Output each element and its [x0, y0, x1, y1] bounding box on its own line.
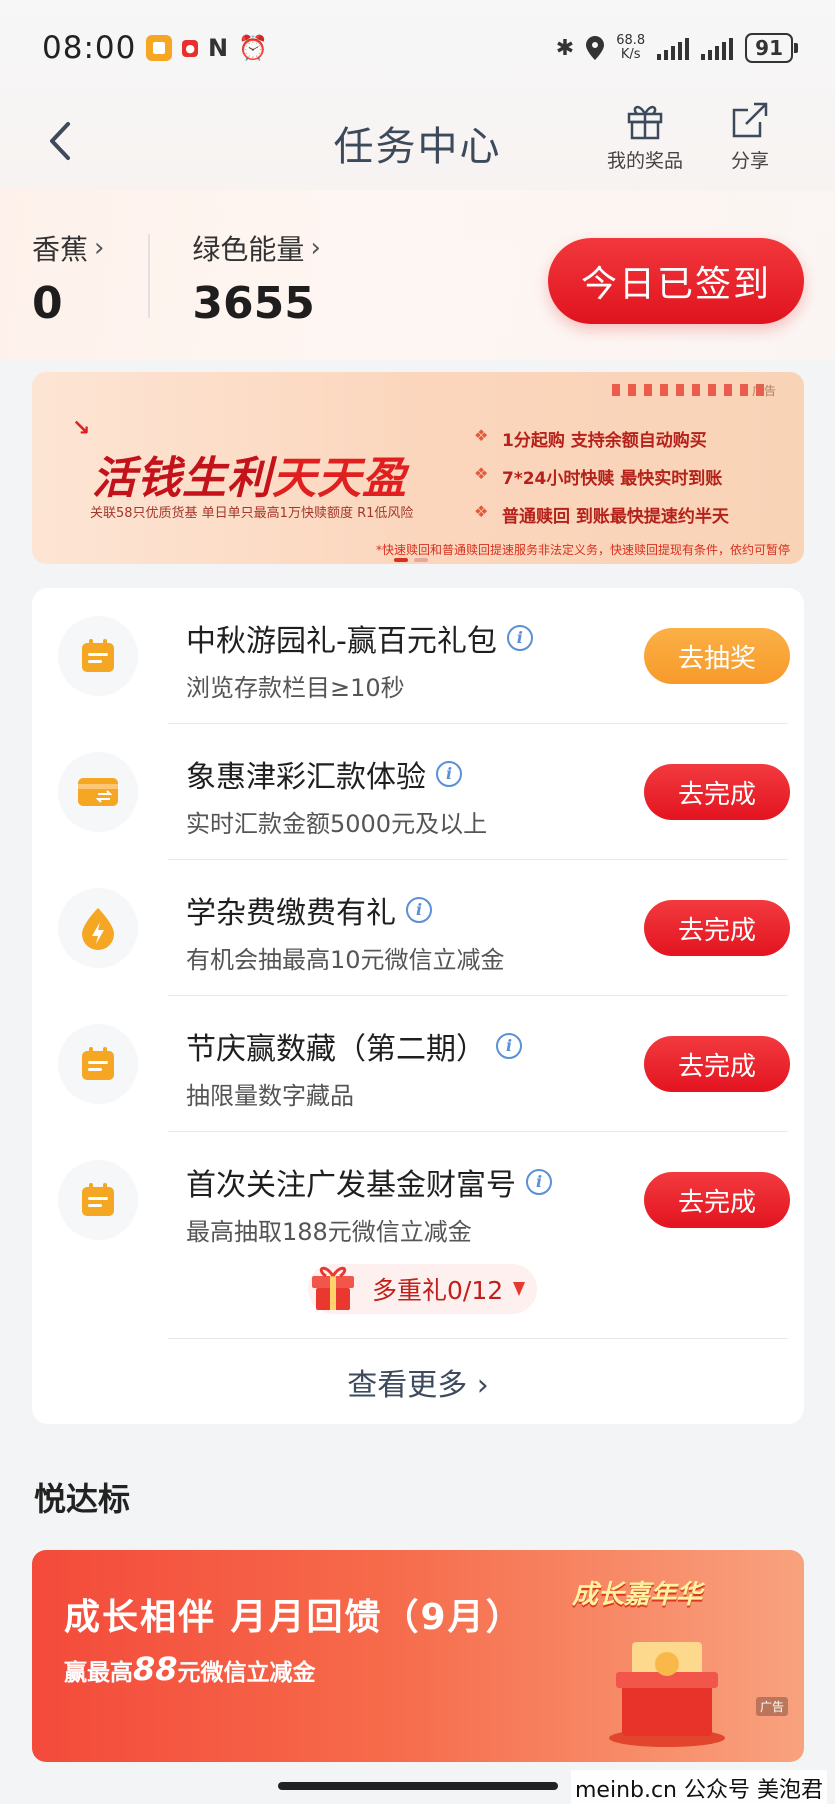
growth-subtitle: 赢最高88元微信立减金 [64, 1650, 316, 1688]
chevron-right-icon: › [476, 1368, 489, 1403]
page-title: 任务中心 [333, 124, 502, 170]
signin-button[interactable]: 今日已签到 [548, 238, 804, 324]
bluetooth-icon: ✱ [555, 35, 575, 61]
calendar-icon [58, 1024, 138, 1104]
battery-icon: 91 [745, 33, 798, 63]
task-action-button[interactable]: 去完成 [644, 764, 790, 820]
ad-feature-2: 7*24小时快赎 最快实时到账 [474, 464, 722, 489]
gift-icon [627, 105, 663, 140]
task-action-button[interactable]: 去完成 [644, 1036, 790, 1092]
task-title: 学杂费缴费有礼 [186, 896, 396, 931]
banner-decoration [612, 384, 772, 396]
ad-tag: 广告 [751, 384, 776, 398]
info-icon[interactable]: i [506, 625, 533, 651]
info-icon[interactable]: i [406, 897, 432, 923]
task-row: 节庆赢数藏（第二期） i 抽限量数字藏品 去完成 [32, 996, 804, 1132]
ad-feature-1: 1分起购 支持余额自动购买 [474, 426, 707, 451]
gift-box-icon [312, 1266, 354, 1310]
status-bar: 08:00 ● N ⏰ ✱ 68.8 K/s 91 [0, 0, 835, 96]
watermark: meinb.cn 公众号 美泡君 [570, 1770, 827, 1804]
banana-value: 0 [32, 278, 63, 329]
task-desc: 最高抽取188元微信立减金 [186, 1218, 472, 1246]
ad-disclaimer: *快速赎回和普通赎回提速服务非法定义务，快速赎回提现有条件，依约可暂停 [375, 543, 790, 557]
task-list-card: 中秋游园礼-赢百元礼包 i 浏览存款栏目≥10秒 去抽奖 象惠津彩汇款体验 i 实时… [32, 588, 804, 1424]
task-desc: 浏览存款栏目≥10秒 [186, 674, 405, 702]
carnival-label: 成长嘉年华 [572, 1580, 703, 1610]
task-action-button[interactable]: 去抽奖 [644, 628, 790, 684]
chevron-right-icon: › [94, 233, 105, 263]
growth-banner[interactable]: 成长相伴 月月回馈（9月） 赢最高88元微信立减金 成长嘉年华 广告 [32, 1550, 804, 1762]
section-title: 悦达标 [34, 1480, 131, 1518]
task-title: 首次关注广发基金财富号 [186, 1168, 516, 1203]
banana-points[interactable]: 香蕉 › 0 [32, 228, 104, 329]
task-desc: 实时汇款金额5000元及以上 [186, 810, 488, 838]
app-red-notification-icon: ● [182, 39, 198, 57]
ad-title: 活钱生利天天盈 [92, 453, 407, 504]
see-more-link[interactable]: 查看更多 › [32, 1360, 804, 1404]
gem-icon [513, 1282, 526, 1296]
task-action-button[interactable]: 去完成 [644, 900, 790, 956]
points-summary: 香蕉 › 0 绿色能量 › 3655 [32, 228, 321, 329]
lightning-icon [58, 888, 138, 968]
signal-icon-2 [701, 36, 734, 60]
task-action-button[interactable]: 去完成 [644, 1172, 790, 1228]
task-title: 中秋游园礼-赢百元礼包 [186, 624, 497, 659]
info-icon[interactable]: i [436, 761, 462, 787]
ad-banner[interactable]: 广告 ↘ 活钱生利天天盈 关联58只优质货基 单日单只最高1万快赎额度 R1低风… [32, 372, 804, 564]
clock: 08:00 [42, 30, 137, 66]
task-row: 象惠津彩汇款体验 i 实时汇款金额5000元及以上 去完成 [32, 724, 804, 860]
ad-badge: 广告 [755, 1697, 788, 1716]
share-icon [732, 102, 768, 138]
transfer-card-icon [58, 752, 138, 832]
ad-subtitle: 关联58只优质货基 单日单只最高1万快赎额度 R1低风险 [90, 506, 414, 521]
task-desc: 有机会抽最高10元微信立减金 [186, 946, 505, 974]
nav-bar: 任务中心 我的奖品 分享 [0, 96, 835, 186]
calendar-icon [58, 616, 138, 696]
app-notification-icon [146, 35, 173, 61]
ad-feature-3: 普通赎回 到账最快提速约半天 [474, 502, 729, 527]
network-speed: 68.8 K/s [616, 33, 646, 62]
multi-gift-progress[interactable]: 多重礼0/12 [308, 1264, 538, 1314]
task-desc: 抽限量数字藏品 [186, 1082, 354, 1110]
task-row: 中秋游园礼-赢百元礼包 i 浏览存款栏目≥10秒 去抽奖 [32, 588, 804, 724]
carousel-dots [394, 558, 428, 562]
alarm-icon: ⏰ [238, 34, 268, 62]
multi-gift-label: 多重礼0/12 [372, 1276, 504, 1305]
task-row: 学杂费缴费有礼 i 有机会抽最高10元微信立减金 去完成 [32, 860, 804, 996]
energy-label: 绿色能量 [192, 233, 305, 266]
task-title: 象惠津彩汇款体验 [186, 760, 426, 795]
growth-title: 成长相伴 月月回馈（9月） [64, 1597, 524, 1638]
chevron-right-icon: › [310, 233, 321, 263]
green-energy-points[interactable]: 绿色能量 › 3655 [192, 228, 320, 329]
signal-icon-1 [657, 36, 690, 60]
energy-value: 3655 [192, 278, 315, 329]
share-button[interactable]: 分享 [730, 100, 770, 173]
task-title: 节庆赢数藏（第二期） [186, 1032, 486, 1067]
my-prizes-label: 我的奖品 [607, 150, 684, 172]
info-icon[interactable]: i [526, 1169, 552, 1195]
info-icon[interactable]: i [496, 1033, 522, 1059]
gift-box-illustration [609, 1642, 725, 1747]
arrow-icon: ↘ [72, 416, 91, 441]
divider [148, 234, 151, 318]
location-icon [586, 36, 605, 60]
my-prizes-button[interactable]: 我的奖品 [607, 100, 683, 173]
nfc-icon: N [207, 34, 229, 62]
task-row: 首次关注广发基金财富号 i 最高抽取188元微信立减金 去完成 [32, 1132, 804, 1268]
calendar-icon [58, 1160, 138, 1240]
share-label: 分享 [730, 150, 769, 172]
banana-label: 香蕉 [32, 233, 89, 266]
home-indicator[interactable] [278, 1782, 558, 1790]
